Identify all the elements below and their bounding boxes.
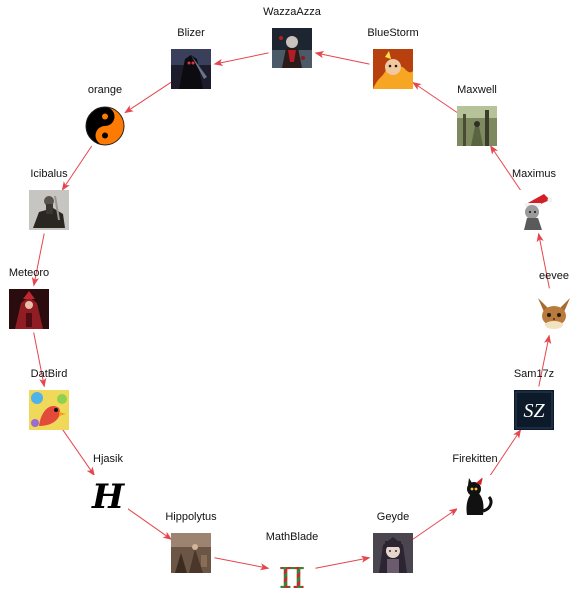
svg-text:π: π	[279, 553, 305, 593]
edge-bluestorm-to-wazzaazza	[314, 51, 370, 65]
node-hjasik[interactable]: Hjasik H	[88, 453, 128, 515]
fiery-creature-avatar	[373, 49, 413, 89]
edge-hippolytus-to-mathblade	[214, 557, 270, 571]
edge-datbird-to-hjasik	[62, 429, 95, 477]
node-wazzaazza[interactable]: WazzaAzza	[263, 6, 321, 68]
node-label: WazzaAzza	[263, 6, 321, 18]
node-mathblade[interactable]: MathBlade π	[266, 531, 318, 593]
node-label: Hjasik	[93, 453, 123, 465]
edge-mathblade-to-geyde	[315, 555, 371, 569]
painting-avatar	[171, 533, 211, 573]
node-icibalus[interactable]: Icibalus	[29, 168, 69, 230]
node-label: Geyde	[376, 511, 410, 523]
gothic-letter-h-icon: H	[88, 475, 128, 515]
edge-blizer-to-orange	[124, 81, 172, 114]
node-label: orange	[87, 84, 123, 96]
node-maximus[interactable]: Maximus	[512, 168, 556, 230]
node-label: Meteoro	[8, 267, 50, 279]
node-sam17z[interactable]: Sam17z SZ	[514, 368, 554, 430]
node-orange[interactable]: orange	[85, 84, 125, 146]
santa-hat-character-avatar	[514, 190, 554, 230]
node-label: DatBird	[30, 368, 68, 380]
eevee-avatar	[534, 292, 574, 332]
edge-wazzaazza-to-blizer	[213, 52, 269, 66]
edge-maxwell-to-bluestorm	[412, 81, 458, 113]
node-label: Blizer	[177, 27, 205, 39]
yin-yang-icon	[85, 106, 125, 146]
svg-text:H: H	[91, 477, 126, 515]
node-blizer[interactable]: Blizer	[171, 27, 211, 89]
node-label: eevee	[539, 270, 569, 282]
black-cat-santa-hat-icon	[457, 475, 497, 515]
node-geyde[interactable]: Geyde	[373, 511, 413, 573]
pi-symbol-icon: π	[272, 553, 312, 593]
shadow-warrior-avatar	[171, 49, 211, 89]
svg-text:SZ: SZ	[523, 400, 545, 422]
node-label: BlueStorm	[367, 27, 419, 39]
colorful-bird-avatar	[29, 390, 69, 430]
node-label: Sam17z	[513, 368, 555, 380]
node-hippolytus[interactable]: Hippolytus	[165, 511, 217, 573]
node-label: MathBlade	[265, 531, 319, 543]
dark-figure-red-avatar	[272, 28, 312, 68]
node-datbird[interactable]: DatBird	[29, 368, 69, 430]
node-label: Icibalus	[30, 168, 68, 180]
node-eevee[interactable]: eevee	[534, 270, 574, 332]
edge-geyde-to-firekitten	[412, 508, 459, 540]
node-label: Maximus	[511, 168, 557, 180]
cycle-diagram: WazzaAzza Blizer orange Icibalus Meteoro…	[0, 0, 580, 601]
sz-logo-icon: SZ	[514, 390, 554, 430]
node-label: Maxwell	[457, 84, 497, 96]
red-mage-avatar	[9, 289, 49, 329]
anime-girl-avatar	[373, 533, 413, 573]
node-bluestorm[interactable]: BlueStorm	[367, 27, 419, 89]
forest-scene-avatar	[457, 106, 497, 146]
node-label: Hippolytus	[165, 511, 217, 523]
knight-on-horse-avatar	[29, 190, 69, 230]
node-maxwell[interactable]: Maxwell	[457, 84, 497, 146]
node-label: Firekitten	[452, 453, 498, 465]
node-meteoro[interactable]: Meteoro	[9, 267, 49, 329]
node-firekitten[interactable]: Firekitten	[452, 453, 498, 515]
